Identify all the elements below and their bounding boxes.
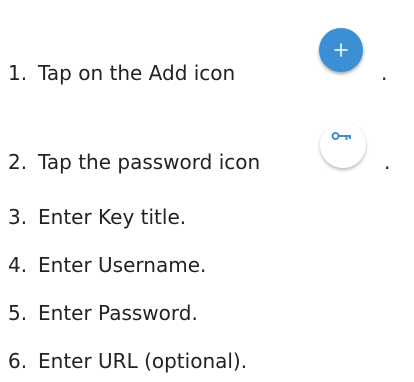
step-2-period: . xyxy=(384,150,391,174)
step-number: 3. xyxy=(8,205,28,229)
add-button-illustration xyxy=(319,28,363,72)
step-text: Enter Password. xyxy=(38,301,198,325)
step-1-period: . xyxy=(381,61,388,85)
step-4: 4. Enter Username. xyxy=(8,252,206,278)
password-button-illustration xyxy=(320,122,366,168)
step-text: Tap on the Add icon xyxy=(38,61,236,85)
step-6: 6. Enter URL (optional). xyxy=(8,348,247,374)
step-5: 5. Enter Password. xyxy=(8,300,198,326)
step-text: Enter Key title. xyxy=(38,205,187,229)
step-2: 2. Tap the password icon xyxy=(8,149,260,175)
plus-icon xyxy=(334,43,348,57)
step-number: 2. xyxy=(8,150,28,174)
step-1: 1. Tap on the Add icon xyxy=(8,60,235,86)
step-3: 3. Enter Key title. xyxy=(8,204,186,230)
step-text: Tap the password icon xyxy=(38,150,261,174)
step-number: 1. xyxy=(8,61,28,85)
step-number: 6. xyxy=(8,349,28,373)
step-text: Enter Username. xyxy=(38,253,207,277)
key-icon xyxy=(331,132,351,140)
step-text: Enter URL (optional). xyxy=(38,349,248,373)
step-number: 4. xyxy=(8,253,28,277)
step-number: 5. xyxy=(8,301,28,325)
